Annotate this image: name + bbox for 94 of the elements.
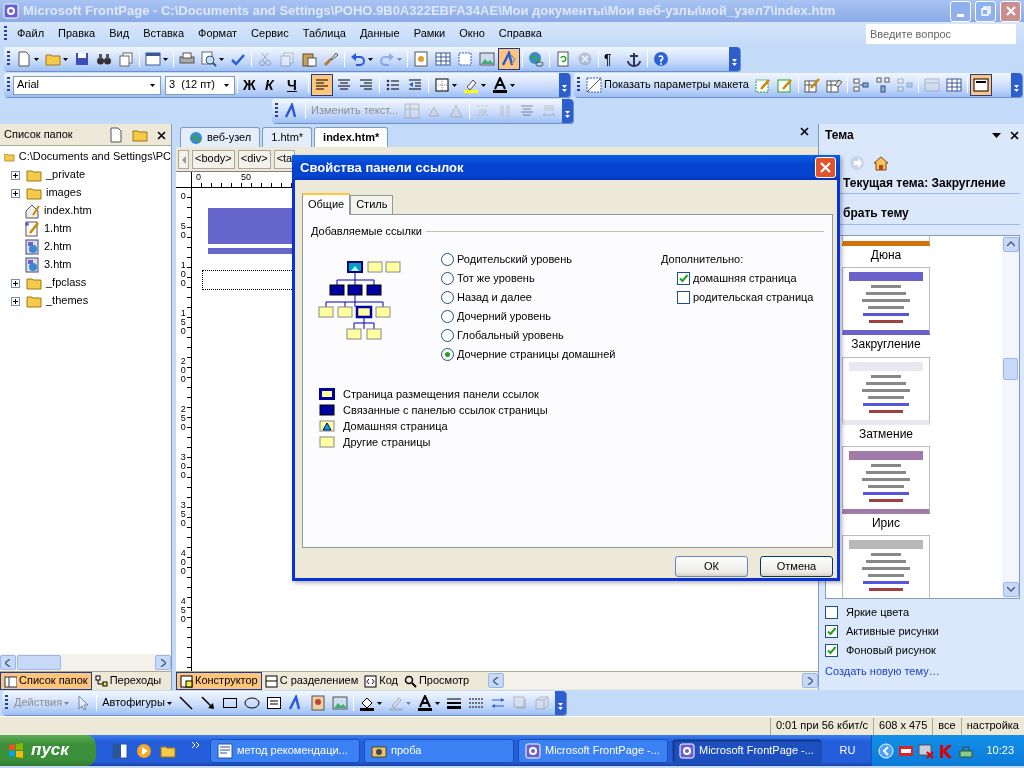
view-tab[interactable]: Просмотр xyxy=(400,672,473,690)
status-text: 608 x 475 xyxy=(873,717,933,735)
ruler-number: 100 xyxy=(180,261,187,288)
checkbox-option[interactable]: домашняя страница xyxy=(661,269,814,289)
tree-item[interactable]: 3.htm xyxy=(0,256,171,274)
show-all-button[interactable]: ¶ xyxy=(601,48,623,70)
status-text: все xyxy=(932,717,961,735)
italic-button[interactable]: К xyxy=(262,74,284,96)
group-label: Добавляемые ссылки xyxy=(311,225,422,239)
theme-name: Затмение xyxy=(857,425,915,443)
cancel-button[interactable]: Отмена xyxy=(760,556,833,577)
panel-tab[interactable]: Переходы xyxy=(91,672,165,690)
taskbar-button[interactable]: проба xyxy=(364,738,514,763)
checkbox-label[interactable]: Фоновый рисунок xyxy=(846,643,936,657)
menu-item[interactable]: Таблица xyxy=(295,25,353,43)
font-size-field[interactable]: 3 (12 пт) xyxy=(165,75,235,95)
tag-button[interactable]: <ta xyxy=(273,149,296,169)
status-text: настройка xyxy=(960,717,1024,735)
view-tab[interactable]: С разделением xyxy=(261,672,362,690)
bold-button[interactable]: Ж xyxy=(240,74,262,96)
theme-name: Дюна xyxy=(869,246,903,264)
panel-title: Список папок xyxy=(4,127,74,142)
menu-item[interactable]: Справка xyxy=(491,25,549,43)
dialog-tab[interactable]: Стиль xyxy=(350,195,394,214)
section-label: Дополнительно: xyxy=(661,252,745,268)
theme-name: Закругление xyxy=(850,336,922,354)
tag-button[interactable]: <body> xyxy=(192,149,235,169)
ruler-number: 300 xyxy=(180,453,187,480)
legend-label: Связанные с панелью ссылок страницы xyxy=(343,403,548,417)
tree-item[interactable]: C:\Documents and Settings\PC xyxy=(0,148,171,166)
radio-option[interactable]: Тот же уровень xyxy=(441,269,661,289)
ruler-number: 0 xyxy=(196,172,201,184)
view-tab[interactable]: Конструктор xyxy=(176,672,262,690)
window-title: Microsoft FrontPage - C:\Documents and Settings\РОНО.9B0A322EBFA34AE\Мои документы\Мои веб-узлы\мой_узел7\index.htm xyxy=(23,3,837,19)
legend-label: Страница размещения панели ссылок xyxy=(343,387,539,401)
dialog-title: Свойства панели ссылок xyxy=(300,159,465,176)
ruler-number: 350 xyxy=(180,501,187,528)
taskbar-button[interactable]: метод рекомендаци... xyxy=(210,738,360,763)
radio-option[interactable]: Дочерний уровень xyxy=(441,307,661,327)
menu-item[interactable]: Формат xyxy=(191,25,245,43)
tree-item[interactable]: _private xyxy=(0,166,171,184)
checkbox-label[interactable]: Активные рисунки xyxy=(846,624,939,638)
radio-option[interactable]: Назад и далее xyxy=(441,288,661,308)
dialog-tab[interactable]: Общие xyxy=(302,193,351,215)
ruler-number: 50 xyxy=(241,172,252,184)
document-tab[interactable]: веб-узел xyxy=(180,127,261,147)
checkbox-label[interactable]: Яркие цвета xyxy=(846,605,909,619)
legend-label: Домашняя страница xyxy=(343,419,448,433)
checkbox-option[interactable]: родительская страница xyxy=(661,288,814,308)
taskbar-button[interactable]: Microsoft FrontPage -... xyxy=(672,738,822,763)
ruler-number: 400 xyxy=(180,549,187,576)
menu-item[interactable]: Окно xyxy=(452,25,492,43)
start-button[interactable]: пуск xyxy=(0,735,96,766)
language-indicator[interactable]: RU xyxy=(831,743,864,758)
status-text: 0:01 при 56 кбит/с xyxy=(769,717,874,735)
theme-name: Ирис xyxy=(871,514,901,532)
radio-option[interactable]: Родительский уровень xyxy=(441,250,661,270)
tree-item[interactable]: _themes xyxy=(0,292,171,310)
underline-button[interactable]: Ч xyxy=(284,74,306,96)
ruler-number: 250 xyxy=(180,405,187,432)
tree-item[interactable]: images xyxy=(0,184,171,202)
menu-item[interactable]: Данные xyxy=(352,25,407,43)
create-theme-link[interactable]: Создать новую тему… xyxy=(825,659,1020,678)
menu-item[interactable]: Правка xyxy=(51,25,103,43)
ruler-number: 450 xyxy=(180,597,187,624)
menu-item[interactable]: Рамки xyxy=(406,25,453,43)
menu-item[interactable]: Сервис xyxy=(244,25,296,43)
help-search-field[interactable]: Введите вопрос xyxy=(866,24,1016,44)
pane-title: Тема xyxy=(825,127,855,143)
font-field[interactable]: Arial xyxy=(13,75,161,95)
radio-option[interactable]: Дочерние страницы домашней xyxy=(441,345,661,365)
layout-tables-button[interactable]: Показать параметры макета xyxy=(583,74,752,96)
ruler-number: 200 xyxy=(180,357,187,384)
tree-item[interactable]: index.htm xyxy=(0,202,171,220)
ruler-number: 0 xyxy=(180,192,187,201)
menu-item[interactable]: Файл xyxy=(10,25,52,43)
document-tab[interactable]: index.htm* xyxy=(314,127,389,147)
document-tab[interactable]: 1.htm* xyxy=(262,127,313,147)
legend-label: Другие страницы xyxy=(343,435,431,449)
clock: 10:23 xyxy=(986,743,1014,758)
ruler-number: 50 xyxy=(180,222,187,240)
radio-option[interactable]: Глобальный уровень xyxy=(441,326,661,346)
taskbar-button[interactable]: Microsoft FrontPage -... xyxy=(518,738,668,763)
tree-item[interactable]: _fpclass xyxy=(0,274,171,292)
tree-item[interactable]: 2.htm xyxy=(0,238,171,256)
ok-button[interactable]: ОК xyxy=(675,556,748,577)
tree-item[interactable]: 1.htm xyxy=(0,220,171,238)
tag-button[interactable]: <div> xyxy=(237,149,271,169)
autoshapes-button[interactable]: Автофигуры xyxy=(99,692,175,714)
panel-tab[interactable]: Список папок xyxy=(0,672,92,690)
menu-item[interactable]: Вид xyxy=(102,25,137,43)
menu-item[interactable]: Вставка xyxy=(136,25,191,43)
ruler-number: 150 xyxy=(180,309,187,336)
view-tab[interactable]: Код xyxy=(361,672,401,690)
